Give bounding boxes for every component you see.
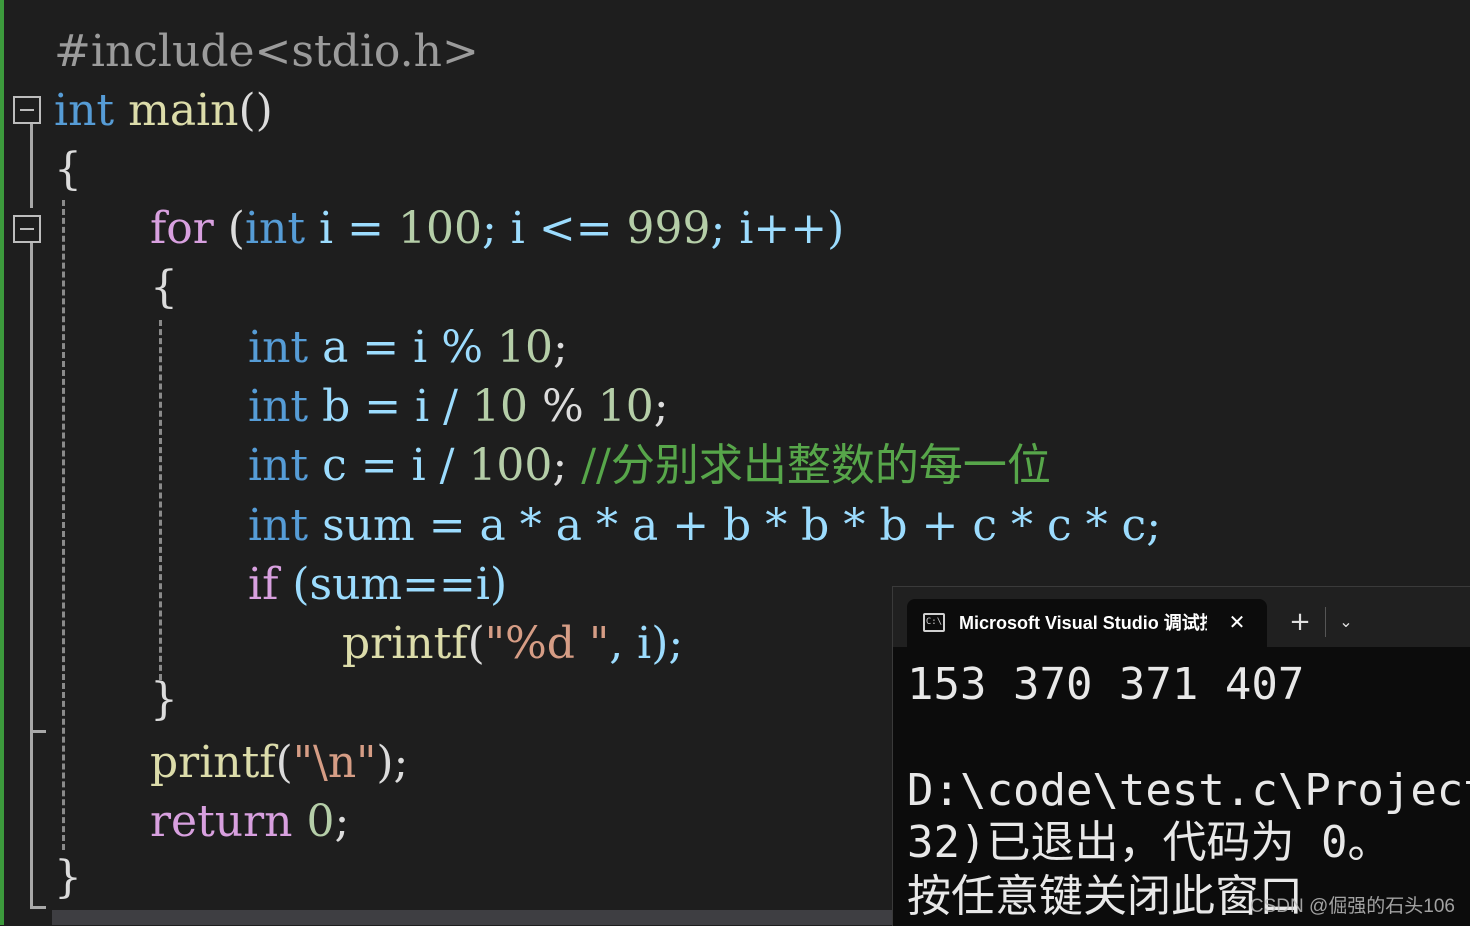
include-directive: #include<stdio.h> bbox=[54, 26, 479, 77]
fold-end-main bbox=[30, 906, 46, 909]
decl-c-rest: c = i / bbox=[308, 440, 469, 491]
code-line-return: return 0; bbox=[150, 792, 349, 852]
parens: () bbox=[238, 85, 273, 136]
indent-guide-for bbox=[159, 320, 162, 680]
decl-b-rest: b = i / bbox=[308, 381, 472, 432]
fold-for-icon[interactable] bbox=[13, 215, 41, 243]
change-indicator-bar bbox=[0, 0, 4, 925]
keyword-return: return bbox=[150, 796, 293, 847]
string-format: "%d " bbox=[484, 618, 610, 669]
code-line-for-close: } bbox=[150, 670, 178, 730]
console-output-numbers: 153 370 371 407 bbox=[907, 659, 1305, 710]
keyword-int: int bbox=[248, 381, 309, 432]
code-line-if: if (sum==i) bbox=[248, 555, 507, 615]
if-condition: (sum==i) bbox=[278, 559, 508, 610]
code-line-decl-c: int c = i / 100; //分别求出整数的每一位 bbox=[248, 436, 1051, 496]
string-newline: "\n" bbox=[292, 737, 377, 788]
console-tab[interactable]: C:\ Microsoft Visual Studio 调试控制台 ✕ bbox=[907, 599, 1267, 647]
watermark: CSDN @倔强的石头106 bbox=[1249, 896, 1455, 917]
for-open: ( bbox=[213, 203, 245, 254]
number-100: 100 bbox=[397, 203, 482, 254]
fold-line-main bbox=[30, 124, 33, 208]
keyword-int: int bbox=[248, 322, 309, 373]
code-line-decl-sum: int sum = a * a * a + b * b * b + c * c … bbox=[248, 496, 1161, 556]
for-open-brace: { bbox=[150, 262, 178, 313]
fold-main-icon[interactable] bbox=[13, 96, 41, 124]
code-line-for: for (int i = 100; i <= 999; i++) bbox=[150, 199, 844, 259]
for-close-brace: } bbox=[150, 674, 178, 725]
semicolon: ; bbox=[334, 796, 350, 847]
code-line-decl-a: int a = i % 10; bbox=[248, 318, 568, 378]
function-printf: printf bbox=[342, 618, 468, 669]
code-line-main: int main() bbox=[54, 81, 273, 141]
number-10: 10 bbox=[471, 381, 528, 432]
code-comment: //分别求出整数的每一位 bbox=[581, 440, 1051, 491]
new-tab-plus-icon[interactable]: + bbox=[1285, 605, 1315, 639]
chevron-down-icon[interactable]: ⌄ bbox=[1331, 607, 1361, 637]
number-999: 999 bbox=[626, 203, 711, 254]
close-icon[interactable]: ✕ bbox=[1225, 607, 1249, 637]
fold-end-for bbox=[30, 730, 46, 733]
horizontal-scrollbar[interactable] bbox=[52, 910, 892, 925]
number-10: 10 bbox=[597, 381, 654, 432]
keyword-int: int bbox=[54, 85, 115, 136]
decl-sum-rest: sum = a * a * a + b * b * b + c * c * c; bbox=[308, 500, 1162, 551]
semicolon: ; bbox=[552, 440, 582, 491]
keyword-if: if bbox=[248, 559, 279, 610]
console-tab-bar: C:\ Microsoft Visual Studio 调试控制台 ✕ + ⌄ bbox=[893, 587, 1470, 647]
code-line-for-open: { bbox=[150, 258, 178, 318]
console-exit-code: 32)已退出，代码为 0。 bbox=[907, 817, 1392, 868]
console-tab-title: Microsoft Visual Studio 调试控制台 bbox=[959, 613, 1207, 633]
number-10: 10 bbox=[497, 322, 554, 373]
number-0: 0 bbox=[306, 796, 335, 847]
for-init: i = bbox=[305, 203, 398, 254]
keyword-int: int bbox=[248, 440, 309, 491]
indent-guide-main bbox=[62, 200, 65, 850]
printf-close: ); bbox=[376, 737, 409, 788]
code-line-printf-newline: printf("\n"); bbox=[150, 733, 408, 793]
decl-a-rest: a = i % bbox=[308, 322, 498, 373]
console-press-key: 按任意键关闭此窗口 bbox=[907, 871, 1303, 922]
terminal-icon: C:\ bbox=[923, 613, 945, 632]
fold-line-main-lower bbox=[30, 243, 33, 908]
open-brace: { bbox=[54, 144, 82, 195]
debug-console-window[interactable]: C:\ Microsoft Visual Studio 调试控制台 ✕ + ⌄ … bbox=[892, 586, 1470, 926]
close-brace: } bbox=[54, 852, 82, 903]
code-line-decl-b: int b = i / 10 % 10; bbox=[248, 377, 669, 437]
function-printf: printf bbox=[150, 737, 276, 788]
code-line-close-brace: } bbox=[54, 848, 82, 908]
for-cond: ; i <= bbox=[481, 203, 627, 254]
semicolon: ; bbox=[553, 322, 568, 373]
keyword-for: for bbox=[150, 203, 214, 254]
keyword-int: int bbox=[244, 203, 306, 254]
code-line-include: #include<stdio.h> bbox=[54, 22, 479, 82]
decl-b-mod: % bbox=[527, 381, 598, 432]
paren-open: ( bbox=[275, 737, 293, 788]
keyword-int: int bbox=[248, 500, 309, 551]
tab-separator bbox=[1325, 607, 1326, 637]
code-line-open-brace: { bbox=[54, 140, 82, 200]
for-incr: ; i++) bbox=[710, 203, 845, 254]
semicolon: ; bbox=[653, 381, 669, 432]
console-exit-path: D:\code\test.c\Project bbox=[907, 765, 1470, 816]
code-line-printf-result: printf("%d ", i); bbox=[342, 614, 683, 674]
function-main: main bbox=[128, 85, 239, 136]
number-100: 100 bbox=[468, 440, 553, 491]
printf-args: , i); bbox=[609, 618, 684, 669]
paren-open: ( bbox=[467, 618, 485, 669]
